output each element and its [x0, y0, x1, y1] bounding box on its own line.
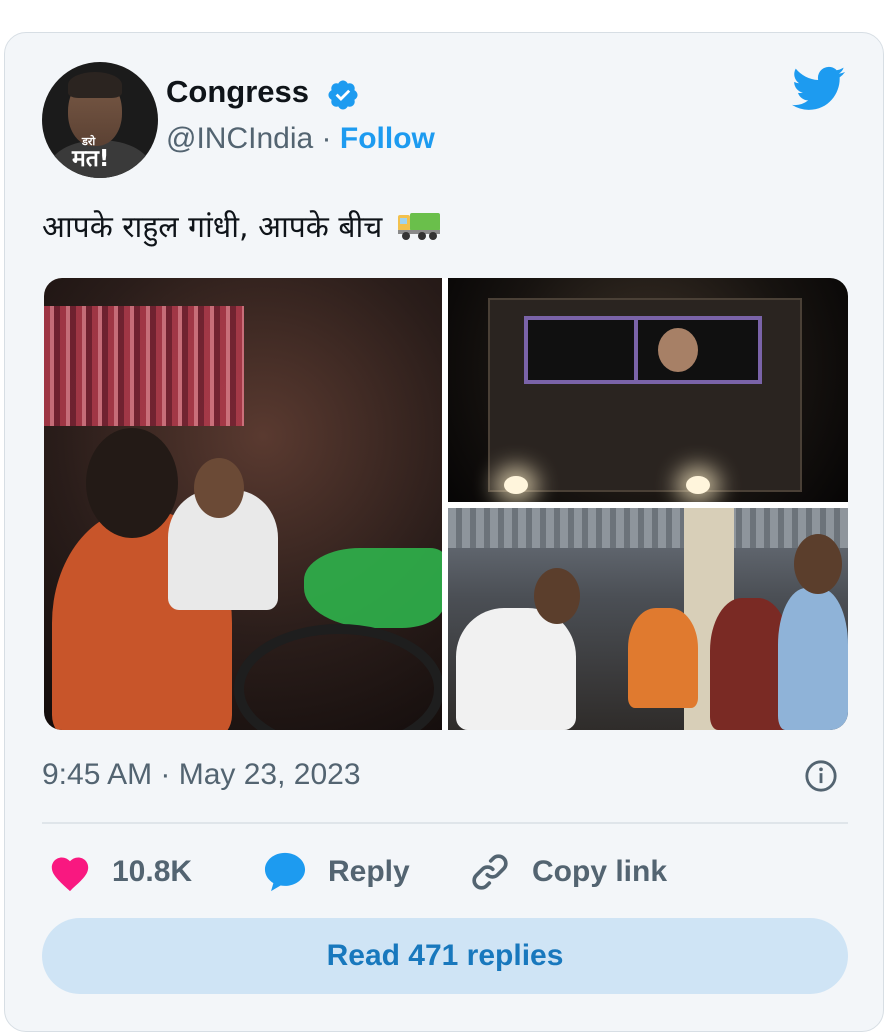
- reply-button[interactable]: Reply: [262, 850, 410, 894]
- separator-dot: ·: [321, 122, 332, 155]
- avatar-overlay-text: डरो मत!: [72, 135, 110, 172]
- photo-group-gathering[interactable]: [448, 508, 848, 730]
- like-button[interactable]: 10.8K: [48, 850, 192, 894]
- media-grid: [44, 278, 848, 730]
- reply-bubble-icon: [264, 852, 306, 892]
- heart-icon: [51, 857, 89, 892]
- copy-link-label: Copy link: [532, 855, 668, 888]
- photo-truck-cabin[interactable]: [44, 278, 442, 730]
- photo-truck-night[interactable]: [448, 278, 848, 502]
- handle-row: @INCIndia · Follow: [166, 122, 435, 156]
- follow-button[interactable]: Follow: [340, 122, 435, 155]
- divider: [42, 822, 848, 824]
- tweet-timestamp[interactable]: 9:45 AM · May 23, 2023: [42, 758, 361, 792]
- tweet-text: आपके राहुल गांधी, आपके बीच: [42, 205, 440, 246]
- info-icon[interactable]: [804, 759, 838, 793]
- twitter-bird-icon[interactable]: [792, 66, 846, 112]
- copy-link-button[interactable]: Copy link: [468, 850, 667, 894]
- avatar[interactable]: डरो मत!: [42, 62, 158, 178]
- author-handle[interactable]: @INCIndia: [166, 122, 313, 155]
- read-replies-button[interactable]: Read 471 replies: [42, 918, 848, 994]
- link-icon: [472, 854, 508, 890]
- verified-badge-icon: [328, 80, 358, 110]
- truck-emoji: [397, 213, 440, 240]
- author-name[interactable]: Congress: [166, 74, 309, 110]
- reply-label: Reply: [328, 855, 410, 888]
- like-count: 10.8K: [112, 855, 193, 888]
